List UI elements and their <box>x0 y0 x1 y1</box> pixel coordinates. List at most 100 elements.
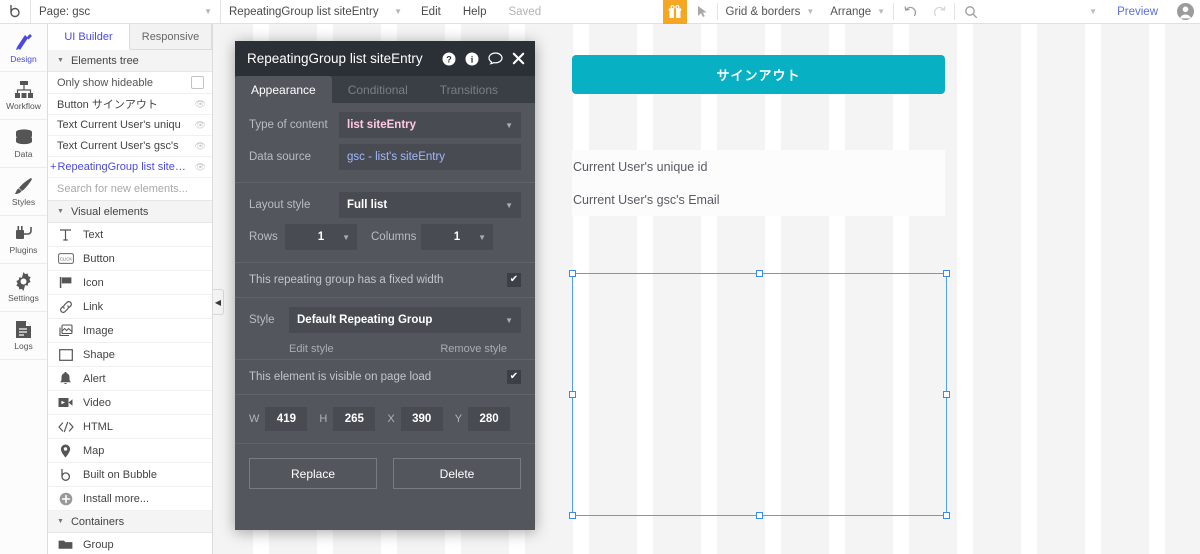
element-html[interactable]: HTML <box>48 415 212 439</box>
undo-icon[interactable] <box>894 0 924 23</box>
user-avatar-icon[interactable] <box>1170 0 1200 23</box>
columns-dropdown[interactable]: 1 ▼ <box>421 224 493 250</box>
style-dropdown[interactable]: Default Repeating Group ▼ <box>289 307 521 333</box>
tree-item-text-unique-id[interactable]: Text Current User's uniqu 👁 <box>48 115 212 136</box>
rail-item-settings[interactable]: Settings <box>0 264 47 312</box>
only-show-hideable-checkbox[interactable] <box>191 76 204 89</box>
remove-style-link[interactable]: Remove style <box>440 343 507 355</box>
elements-tree-header[interactable]: ▼ Elements tree <box>48 50 212 72</box>
element-selector[interactable]: RepeatingGroup list siteEntry ▼ <box>220 0 410 23</box>
resize-handle-top-center[interactable] <box>755 270 763 277</box>
edit-menu[interactable]: Edit <box>410 0 452 23</box>
element-label: Shape <box>83 348 115 361</box>
data-source-input[interactable]: gsc - list's siteEntry <box>339 144 521 170</box>
canvas-text-unique-id[interactable]: Current User's unique id <box>572 150 945 183</box>
tab-ui-builder[interactable]: UI Builder <box>48 24 130 50</box>
canvas-text-gsc-email[interactable]: Current User's gsc's Email <box>572 183 945 216</box>
tab-conditional[interactable]: Conditional <box>332 76 424 103</box>
y-input[interactable]: 280 <box>468 407 511 431</box>
rail-item-logs[interactable]: Logs <box>0 312 47 360</box>
element-button[interactable]: CLICK Button <box>48 247 212 271</box>
empty-dropdown[interactable]: ▼ <box>985 0 1105 23</box>
redo-icon[interactable] <box>924 0 954 23</box>
close-icon[interactable] <box>512 52 525 65</box>
info-circle-icon[interactable]: i <box>465 52 479 66</box>
property-editor: RepeatingGroup list siteEntry ? i Appear… <box>235 41 535 530</box>
tab-transitions[interactable]: Transitions <box>424 76 514 103</box>
style-value: Default Repeating Group <box>297 314 433 326</box>
tree-item-repeatinggroup[interactable]: + RepeatingGroup list siteEnt... 👁 <box>48 157 212 178</box>
rail-item-plugins[interactable]: Plugins <box>0 216 47 264</box>
element-group[interactable]: Group <box>48 533 212 554</box>
eye-icon[interactable]: 👁 <box>191 162 206 173</box>
search-icon[interactable] <box>955 0 985 23</box>
element-map[interactable]: Map <box>48 439 212 463</box>
property-editor-body: Type of content list siteEntry ▼ Data so… <box>235 103 535 503</box>
rail-item-design[interactable]: Design <box>0 24 47 72</box>
resize-handle-bottom-center[interactable] <box>755 512 763 519</box>
visible-on-load-row[interactable]: This element is visible on page load ✔ <box>235 360 535 395</box>
rows-dropdown[interactable]: 1 ▼ <box>285 224 357 250</box>
element-text[interactable]: Text <box>48 223 212 247</box>
resize-handle-bottom-right[interactable] <box>943 512 950 519</box>
resize-handle-middle-right[interactable] <box>943 390 950 398</box>
eye-icon[interactable]: 👁 <box>191 141 206 152</box>
visible-on-load-checkbox[interactable]: ✔ <box>507 370 521 384</box>
eye-icon[interactable]: 👁 <box>191 99 206 110</box>
help-circle-icon[interactable]: ? <box>442 52 456 66</box>
resize-handle-middle-left[interactable] <box>569 390 576 398</box>
edit-style-link[interactable]: Edit style <box>289 343 334 355</box>
rail-item-workflow[interactable]: Workflow <box>0 72 47 120</box>
bubble-editor: Page: gsc ▼ RepeatingGroup list siteEntr… <box>0 0 1200 554</box>
gift-icon[interactable] <box>662 0 687 24</box>
element-alert[interactable]: Alert <box>48 367 212 391</box>
rail-item-styles[interactable]: Styles <box>0 168 47 216</box>
preview-button[interactable]: Preview <box>1105 0 1170 23</box>
element-video[interactable]: Video <box>48 391 212 415</box>
tab-responsive[interactable]: Responsive <box>130 24 212 49</box>
style-row: Style Default Repeating Group ▼ <box>249 307 521 333</box>
plus-circle-icon <box>57 492 74 506</box>
resize-handle-bottom-left[interactable] <box>569 512 576 519</box>
replace-button[interactable]: Replace <box>249 458 377 489</box>
rail-item-data[interactable]: Data <box>0 120 47 168</box>
grid-borders-menu[interactable]: Grid & borders ▼ <box>718 0 823 23</box>
type-of-content-dropdown[interactable]: list siteEntry ▼ <box>339 112 521 138</box>
help-menu[interactable]: Help <box>452 0 498 23</box>
only-show-hideable-row[interactable]: Only show hideable <box>48 72 212 94</box>
eye-icon[interactable]: 👁 <box>191 120 206 131</box>
visual-elements-header[interactable]: ▼ Visual elements <box>48 201 212 223</box>
pointer-icon[interactable] <box>687 0 717 23</box>
tree-item-text-gsc-email[interactable]: Text Current User's gsc's 👁 <box>48 136 212 157</box>
comment-icon[interactable] <box>488 52 503 65</box>
tree-item-button-signout[interactable]: Button サインアウト 👁 <box>48 94 212 115</box>
layout-style-dropdown[interactable]: Full list ▼ <box>339 192 521 218</box>
resize-handle-top-left[interactable] <box>569 270 576 277</box>
expand-plus-icon[interactable]: + <box>50 161 56 173</box>
containers-header[interactable]: ▼ Containers <box>48 511 212 533</box>
arrange-menu[interactable]: Arrange ▼ <box>822 0 893 23</box>
element-image[interactable]: Image <box>48 319 212 343</box>
collapse-left-icon[interactable]: ◀ <box>213 289 224 315</box>
element-install-more[interactable]: Install more... <box>48 487 212 511</box>
fixed-width-checkbox[interactable]: ✔ <box>507 273 521 287</box>
element-built-on-bubble[interactable]: Built on Bubble <box>48 463 212 487</box>
canvas-signout-button[interactable]: サインアウト <box>572 55 945 94</box>
height-input[interactable]: 265 <box>333 407 376 431</box>
image-icon <box>57 324 74 337</box>
fixed-width-row[interactable]: This repeating group has a fixed width ✔ <box>235 263 535 298</box>
bubble-logo-icon[interactable] <box>0 0 30 23</box>
x-input[interactable]: 390 <box>400 407 443 431</box>
element-icon[interactable]: Icon <box>48 271 212 295</box>
tab-appearance[interactable]: Appearance <box>235 76 332 103</box>
element-link[interactable]: Link <box>48 295 212 319</box>
delete-button[interactable]: Delete <box>393 458 521 489</box>
width-input[interactable]: 419 <box>265 407 308 431</box>
resize-handle-top-right[interactable] <box>943 270 950 277</box>
search-new-elements[interactable]: Search for new elements... <box>48 178 212 201</box>
canvas-selected-repeatinggroup[interactable] <box>569 270 950 519</box>
page-selector[interactable]: Page: gsc ▼ <box>30 0 220 23</box>
rail-item-label: Logs <box>14 341 33 351</box>
element-shape[interactable]: Shape <box>48 343 212 367</box>
